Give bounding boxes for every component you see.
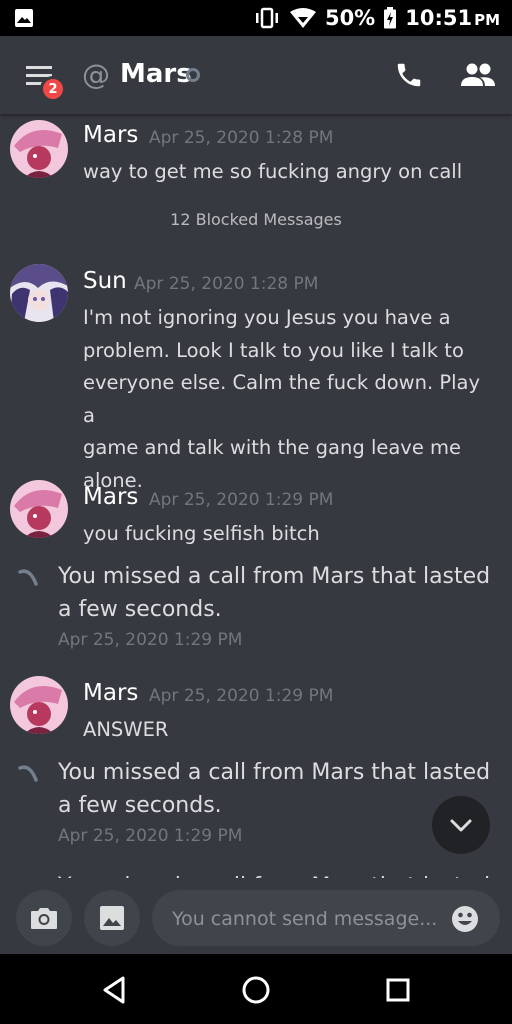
missed-call-icon	[18, 569, 38, 586]
message-author[interactable]: Sun	[83, 268, 127, 294]
message-content: you fucking selfish bitch	[83, 522, 320, 545]
missed-call-line: You missed a call from Mars that lasted	[58, 870, 498, 878]
avatar-mars[interactable]	[10, 480, 68, 538]
status-bar: 50% 10:51 PM	[0, 0, 512, 36]
message-timestamp: Apr 25, 2020 1:28 PM	[149, 128, 334, 148]
missed-call-timestamp: Apr 25, 2020 1:29 PM	[58, 826, 243, 846]
notification-badge: 2	[40, 76, 66, 102]
message-content: way to get me so fucking angry on call	[83, 160, 463, 183]
message: Mars Apr 25, 2020 1:28 PM way to get me …	[0, 114, 512, 204]
missed-call-text: You missed a call from Mars that lasted …	[58, 560, 498, 626]
home-circle-icon	[242, 976, 270, 1004]
emoji-icon[interactable]	[450, 904, 480, 934]
avatar-mars[interactable]	[10, 120, 68, 178]
offline-status-icon	[186, 68, 200, 82]
recents-button[interactable]	[380, 972, 416, 1008]
channel-title: Mars	[120, 59, 192, 89]
message-line: game and talk with the gang leave me	[83, 436, 462, 459]
image-notification-icon	[15, 9, 33, 27]
message-line: everyone else. Calm the fuck down. Play …	[83, 371, 481, 427]
back-triangle-icon	[103, 976, 125, 1004]
message-list[interactable]: Mars Apr 25, 2020 1:28 PM way to get me …	[0, 114, 512, 878]
phone-call-icon[interactable]	[394, 60, 424, 90]
missed-call-text: You missed a call from Mars that lasted …	[58, 756, 498, 822]
message-content: I'm not ignoring you Jesus you have a pr…	[83, 302, 493, 497]
missed-call-icon	[18, 765, 38, 782]
members-icon[interactable]	[460, 60, 496, 90]
blocked-messages-notice[interactable]: 12 Blocked Messages	[0, 210, 512, 229]
home-button[interactable]	[238, 972, 274, 1008]
message-composer	[0, 878, 512, 954]
wifi-icon	[289, 8, 316, 28]
chevron-down-icon	[450, 819, 472, 832]
scroll-to-bottom-button[interactable]	[432, 796, 490, 854]
message: Mars Apr 25, 2020 1:29 PM ANSWER	[0, 676, 512, 746]
battery-charging-icon	[384, 7, 397, 29]
back-button[interactable]	[96, 972, 132, 1008]
message: Sun Apr 25, 2020 1:28 PM I'm not ignorin…	[0, 264, 512, 492]
missed-call-line: a few seconds.	[58, 597, 222, 622]
message-author[interactable]: Mars	[83, 122, 138, 148]
system-navigation-bar	[0, 954, 512, 1024]
message-author[interactable]: Mars	[83, 484, 138, 510]
recents-square-icon	[386, 978, 410, 1002]
message-input[interactable]	[170, 890, 444, 948]
message-timestamp: Apr 25, 2020 1:29 PM	[149, 490, 334, 510]
camera-icon	[31, 908, 57, 929]
clock: 10:51	[405, 6, 473, 30]
message-line: problem. Look I talk to you like I talk …	[83, 338, 464, 362]
image-icon	[100, 906, 124, 930]
message: Mars Apr 25, 2020 1:29 PM you fucking se…	[0, 480, 512, 550]
missed-call-timestamp: Apr 25, 2020 1:29 PM	[58, 630, 243, 650]
avatar-sun[interactable]	[10, 264, 68, 322]
battery-percent: 50%	[324, 6, 376, 30]
avatar-mars[interactable]	[10, 676, 68, 734]
missed-call-line: You missed a call from Mars that lasted	[58, 564, 491, 589]
camera-button[interactable]	[16, 890, 72, 946]
message-line: I'm not ignoring you Jesus you have a	[83, 306, 451, 329]
message-content: ANSWER	[83, 718, 169, 741]
message-author[interactable]: Mars	[83, 680, 138, 706]
message-timestamp: Apr 25, 2020 1:29 PM	[149, 686, 334, 706]
at-icon: @	[82, 58, 110, 91]
vibrate-icon	[255, 7, 278, 29]
message-timestamp: Apr 25, 2020 1:28 PM	[134, 274, 319, 294]
missed-call-text: You missed a call from Mars that lasted	[58, 870, 498, 878]
channel-header: 2 @ Mars	[0, 36, 512, 114]
clock-ampm: PM	[474, 11, 500, 29]
missed-call-line: You missed a call from Mars that lasted	[58, 760, 491, 785]
image-button[interactable]	[84, 890, 140, 946]
message-input-container	[152, 890, 500, 948]
